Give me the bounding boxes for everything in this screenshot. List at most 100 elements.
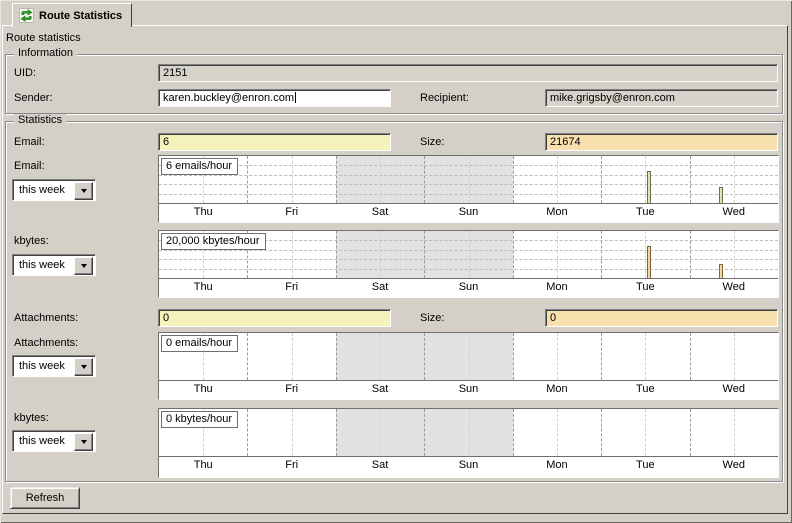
midday-gridline [292,409,293,456]
day-gridline [513,409,514,456]
kbytes-week-chart: 20,000 kbytes/hour ThuFriSatSunMonTueWed [158,230,779,298]
midday-gridline [469,156,470,203]
day-gridline [690,156,691,203]
chevron-down-icon [81,189,87,193]
midday-gridline [380,409,381,456]
day-label: Thu [159,204,247,222]
attachments-week-plot: 0 emails/hour [159,333,778,380]
midday-gridline [469,231,470,278]
h-gridline [159,259,778,260]
day-gridline [513,333,514,380]
midday-gridline [380,333,381,380]
email-size-field[interactable]: 21674 [545,133,778,151]
route-arrows-icon [19,8,34,23]
chart-scale-label: 0 emails/hour [161,335,238,352]
day-label: Sun [424,279,512,297]
midday-gridline [557,156,558,203]
day-label: Tue [601,204,689,222]
chart-day-labels: ThuFriSatSunMonTueWed [159,457,778,477]
chart2-period-select[interactable]: this week [12,254,96,276]
chart-scale-label: 6 emails/hour [161,158,238,175]
bar [719,264,723,278]
uid-field[interactable]: 2151 [158,64,778,82]
day-label: Sun [424,204,512,222]
day-gridline [247,156,248,203]
day-gridline [424,409,425,456]
sender-field[interactable]: karen.buckley@enron.com [158,89,391,107]
chevron-down-icon [81,365,87,369]
day-label: Thu [159,381,247,399]
tab-route-statistics[interactable]: Route Statistics [12,3,132,27]
day-label: Sat [336,457,424,477]
text-caret [295,92,296,103]
day-label: Wed [690,381,778,399]
chevron-down-icon [81,264,87,268]
midday-gridline [557,231,558,278]
day-label: Mon [513,457,601,477]
chart4-period-select[interactable]: this week [12,430,96,452]
recipient-label: Recipient: [420,92,469,104]
day-label: Fri [247,204,335,222]
day-gridline [247,409,248,456]
chart2-dropdown-button[interactable] [74,257,93,275]
midday-gridline [557,333,558,380]
chart1-dropdown-button[interactable] [74,182,93,200]
day-label: Sun [424,457,512,477]
tab-label: Route Statistics [39,10,122,22]
recipient-field[interactable]: mike.grigsby@enron.com [545,89,778,107]
day-gridline [690,333,691,380]
chart3-dropdown-button[interactable] [74,358,93,376]
day-label: Sat [336,279,424,297]
attachments-count-value: 0 [163,312,169,324]
chart1-period-select[interactable]: this week [12,179,96,201]
day-label: Sun [424,381,512,399]
chart4-dropdown-button[interactable] [74,433,93,451]
h-gridline [159,184,778,185]
midday-gridline [645,409,646,456]
chart2-period-value: this week [13,255,74,275]
chart-scale-label: 20,000 kbytes/hour [161,233,266,250]
chart3-period-select[interactable]: this week [12,355,96,377]
sender-value: karen.buckley@enron.com [163,92,294,104]
day-label: Mon [513,381,601,399]
attachments-count-label: Attachments: [14,312,78,324]
midday-gridline [292,333,293,380]
day-gridline [336,333,337,380]
day-label: Tue [601,457,689,477]
midday-gridline [292,156,293,203]
refresh-button[interactable]: Refresh [10,487,80,509]
chart-day-labels: ThuFriSatSunMonTueWed [159,381,778,399]
midday-gridline [734,409,735,456]
midday-gridline [734,333,735,380]
bar [647,246,651,278]
midday-gridline [557,409,558,456]
sender-label: Sender: [14,92,53,104]
attachments-count-field[interactable]: 0 [158,309,391,327]
day-label: Mon [513,279,601,297]
midday-gridline [469,333,470,380]
email-count-field[interactable]: 6 [158,133,391,151]
attachments-week-chart: 0 emails/hour ThuFriSatSunMonTueWed [158,332,779,400]
day-label: Tue [601,279,689,297]
day-gridline [336,156,337,203]
day-gridline [424,333,425,380]
email-size-value: 21674 [550,136,581,148]
day-label: Fri [247,279,335,297]
day-label: Fri [247,381,335,399]
email-size-label: Size: [420,136,444,148]
day-label: Thu [159,279,247,297]
day-label: Thu [159,457,247,477]
email-count-label: Email: [14,136,45,148]
kbytes-week-plot: 20,000 kbytes/hour [159,231,778,278]
h-gridline [159,269,778,270]
midday-gridline [292,231,293,278]
chart-day-labels: ThuFriSatSunMonTueWed [159,279,778,297]
chart-day-labels: ThuFriSatSunMonTueWed [159,204,778,222]
day-label: Sat [336,381,424,399]
h-gridline [159,165,778,166]
midday-gridline [645,333,646,380]
chart3-row-label: Attachments: [14,337,78,349]
day-label: Mon [513,204,601,222]
attachments-size-field[interactable]: 0 [545,309,778,327]
day-gridline [424,231,425,278]
